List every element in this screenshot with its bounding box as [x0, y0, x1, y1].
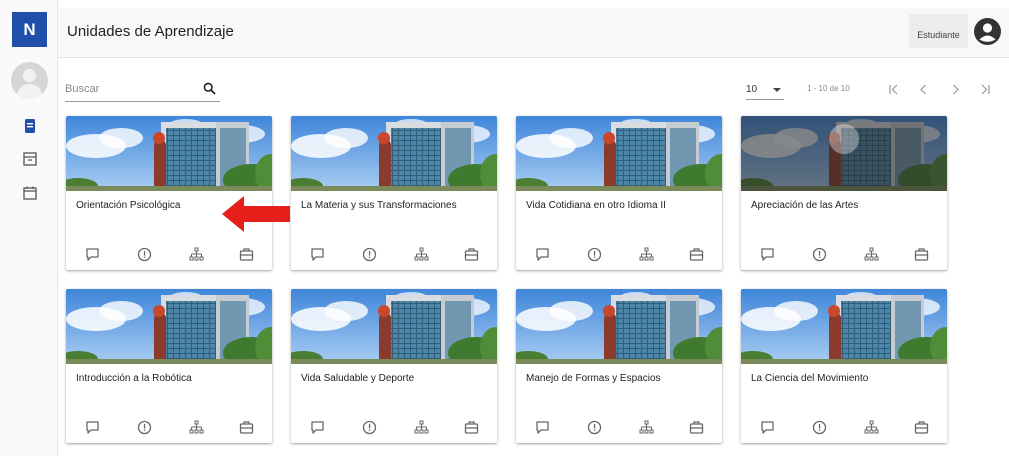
hierarchy-icon[interactable]: [188, 419, 204, 435]
logo-letter: N: [23, 19, 36, 39]
card-title: Vida Cotidiana en otro Idioma II: [526, 200, 666, 211]
info-icon[interactable]: [586, 246, 602, 262]
hierarchy-icon[interactable]: [863, 419, 879, 435]
card-image: [516, 116, 722, 191]
briefcase-icon[interactable]: [913, 419, 929, 435]
card-image: [291, 289, 497, 364]
card-actions: [741, 246, 947, 264]
briefcase-icon[interactable]: [463, 246, 479, 262]
forum-icon[interactable]: [534, 246, 550, 262]
info-icon[interactable]: [136, 246, 152, 262]
annotation-arrow-icon: [220, 194, 292, 234]
card-title: Orientación Psicológica: [76, 200, 181, 211]
forum-icon[interactable]: [309, 246, 325, 262]
card-title: La Ciencia del Movimiento: [751, 373, 869, 384]
calendar-icon[interactable]: [21, 184, 39, 202]
card-title: Apreciación de las Artes: [751, 200, 859, 211]
hierarchy-icon[interactable]: [188, 246, 204, 262]
hierarchy-icon[interactable]: [413, 419, 429, 435]
course-card[interactable]: Orientación Psicológica: [66, 116, 272, 270]
briefcase-icon[interactable]: [463, 419, 479, 435]
briefcase-icon[interactable]: [238, 246, 254, 262]
course-card[interactable]: Manejo de Formas y Espacios: [516, 289, 722, 443]
card-actions: [66, 246, 272, 264]
card-actions: [66, 419, 272, 437]
hierarchy-icon[interactable]: [413, 246, 429, 262]
forum-icon[interactable]: [84, 419, 100, 435]
card-hover-overlay: [741, 116, 947, 191]
card-image: [741, 116, 947, 191]
card-actions: [516, 246, 722, 264]
role-label: Estudiante: [917, 30, 960, 40]
avatar-head: [23, 69, 36, 82]
search-input[interactable]: [65, 78, 195, 100]
course-card[interactable]: Introducción a la Robótica: [66, 289, 272, 443]
course-card[interactable]: Apreciación de las Artes: [741, 116, 947, 270]
last-page-icon: [981, 84, 990, 94]
course-card[interactable]: Vida Saludable y Deporte: [291, 289, 497, 443]
card-image: [66, 116, 272, 191]
page-size-value: 10: [746, 84, 758, 95]
card-title: Introducción a la Robótica: [76, 373, 192, 384]
chevron-right-icon: [952, 84, 959, 94]
next-page-button[interactable]: [946, 80, 964, 98]
loading-icon: [829, 124, 859, 154]
card-actions: [291, 246, 497, 264]
card-title: Vida Saludable y Deporte: [301, 373, 415, 384]
card-actions: [516, 419, 722, 437]
sidebar: N: [0, 0, 58, 456]
page-size-select[interactable]: 10: [746, 80, 784, 100]
forum-icon[interactable]: [534, 419, 550, 435]
avatar-body: [17, 84, 42, 99]
role-badge[interactable]: Estudiante: [909, 14, 968, 48]
hierarchy-icon[interactable]: [638, 419, 654, 435]
last-page-button[interactable]: [976, 80, 994, 98]
forum-icon[interactable]: [759, 246, 775, 262]
course-card[interactable]: La Ciencia del Movimiento: [741, 289, 947, 443]
info-icon[interactable]: [811, 419, 827, 435]
top-header: Unidades de Aprendizaje Estudiante: [58, 8, 1009, 58]
hierarchy-icon[interactable]: [638, 246, 654, 262]
page-title: Unidades de Aprendizaje: [67, 23, 234, 40]
chevron-down-icon: [773, 88, 781, 92]
forum-icon[interactable]: [309, 419, 325, 435]
sidebar-avatar[interactable]: [11, 62, 48, 99]
search-icon[interactable]: [203, 82, 216, 95]
card-image: [516, 289, 722, 364]
archive-icon[interactable]: [21, 150, 39, 168]
info-icon[interactable]: [811, 246, 827, 262]
course-card[interactable]: La Materia y sus Transformaciones: [291, 116, 497, 270]
search-box: [65, 78, 220, 102]
chevron-left-icon: [919, 84, 926, 94]
briefcase-icon[interactable]: [688, 246, 704, 262]
briefcase-icon[interactable]: [913, 246, 929, 262]
card-image: [66, 289, 272, 364]
card-actions: [741, 419, 947, 437]
courses-icon[interactable]: [21, 117, 39, 135]
briefcase-icon[interactable]: [238, 419, 254, 435]
info-icon[interactable]: [361, 246, 377, 262]
hierarchy-icon[interactable]: [863, 246, 879, 262]
course-card[interactable]: Vida Cotidiana en otro Idioma II: [516, 116, 722, 270]
info-icon[interactable]: [586, 419, 602, 435]
forum-icon[interactable]: [84, 246, 100, 262]
first-page-button[interactable]: [884, 80, 902, 98]
pagination-range: 1 - 10 de 10: [807, 84, 850, 93]
forum-icon[interactable]: [759, 419, 775, 435]
info-icon[interactable]: [136, 419, 152, 435]
first-page-icon: [888, 84, 897, 94]
app-logo[interactable]: N: [12, 12, 47, 47]
info-icon[interactable]: [361, 419, 377, 435]
briefcase-icon[interactable]: [688, 419, 704, 435]
user-avatar-icon[interactable]: [974, 18, 1001, 45]
card-title: Manejo de Formas y Espacios: [526, 373, 661, 384]
card-title: La Materia y sus Transformaciones: [301, 200, 457, 211]
card-image: [291, 116, 497, 191]
prev-page-button[interactable]: [914, 80, 932, 98]
card-image: [741, 289, 947, 364]
card-actions: [291, 419, 497, 437]
